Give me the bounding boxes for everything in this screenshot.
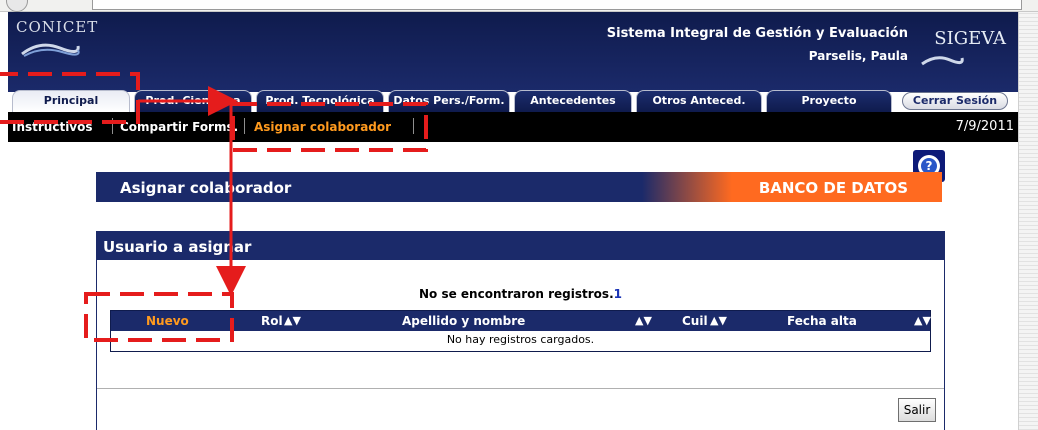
records-count: 1: [613, 287, 622, 301]
tab-principal[interactable]: Principal: [12, 90, 130, 112]
no-records-text: No se encontraron registros.: [418, 287, 614, 301]
tab-datos-pers[interactable]: Datos Pers./Form.: [388, 90, 510, 112]
panel-header: Usuario a asignar: [97, 232, 944, 260]
logged-user-name: Parselis, Paula: [808, 49, 908, 63]
tab-prod-tecnologica[interactable]: Prod. Tecnológica: [256, 90, 384, 112]
browser-address-bar[interactable]: [92, 0, 1022, 10]
tab-prod-cientifica[interactable]: Prod. Científica: [134, 90, 252, 112]
collaborators-table: Nuevo Rol ▲▼ Apellido y nombre ▲▼ Cuil ▲…: [110, 310, 931, 352]
submenu-divider: [244, 118, 245, 134]
exit-button[interactable]: Salir: [898, 398, 936, 422]
site-header: CONICET Sistema Integral de Gestión y Ev…: [8, 12, 1018, 92]
banner-section-label: BANCO DE DATOS: [758, 179, 908, 197]
page-title: Asignar colaborador: [120, 179, 292, 197]
new-column-link[interactable]: Nuevo: [146, 314, 189, 328]
panel-title: Usuario a asignar: [103, 238, 252, 256]
tab-proyecto[interactable]: Proyecto: [766, 90, 892, 112]
sigeva-swoosh-icon: [921, 56, 964, 66]
conicet-swoosh-icon: [21, 43, 80, 57]
sort-icon[interactable]: ▲▼: [914, 314, 931, 327]
tab-otros-anteced[interactable]: Otros Anteced.: [636, 90, 762, 112]
browser-back-button[interactable]: [6, 0, 28, 12]
sort-icon[interactable]: ▲▼: [635, 314, 652, 327]
browser-toolbar: [0, 0, 1038, 12]
sigeva-logo: SIGEVA: [934, 28, 1006, 49]
column-header-cuil[interactable]: Cuil: [682, 314, 708, 328]
assign-user-panel: Usuario a asignar No se encontraron regi…: [96, 231, 945, 430]
submenu-bar: Instructivos Compartir Forms. Asignar co…: [8, 112, 1018, 142]
screen: CONICET Sistema Integral de Gestión y Ev…: [0, 0, 1038, 430]
page-banner: Asignar colaborador BANCO DE DATOS: [96, 172, 942, 202]
table-header: Nuevo Rol ▲▼ Apellido y nombre ▲▼ Cuil ▲…: [111, 311, 931, 331]
current-date: 7/9/2011: [955, 119, 1014, 134]
conicet-logo: CONICET: [16, 18, 99, 36]
tab-antecedentes[interactable]: Antecedentes: [514, 90, 632, 112]
main-tab-bar: Principal Prod. Científica Prod. Tecnoló…: [8, 90, 1018, 112]
column-header-apellido-nombre[interactable]: Apellido y nombre: [402, 314, 525, 328]
sort-icon[interactable]: ▲▼: [284, 314, 301, 327]
logout-button[interactable]: Cerrar Sesión: [902, 92, 1008, 110]
submenu-compartir-forms[interactable]: Compartir Forms.: [120, 120, 238, 134]
sort-icon[interactable]: ▲▼: [710, 314, 727, 327]
table-empty-message: No hay registros cargados.: [446, 333, 595, 346]
submenu-divider: [413, 118, 414, 134]
no-records-message: No se encontraron registros.1: [97, 287, 944, 301]
column-header-fecha-alta[interactable]: Fecha alta: [787, 314, 857, 328]
window-scrollbar[interactable]: [1018, 12, 1038, 430]
submenu-divider: [112, 118, 113, 134]
submenu-asignar-colaborador[interactable]: Asignar colaborador: [254, 120, 391, 134]
panel-divider: [97, 388, 944, 389]
submenu-instructivos[interactable]: Instructivos: [12, 120, 93, 134]
column-header-rol[interactable]: Rol: [261, 314, 283, 328]
system-title: Sistema Integral de Gestión y Evaluación: [606, 26, 908, 41]
